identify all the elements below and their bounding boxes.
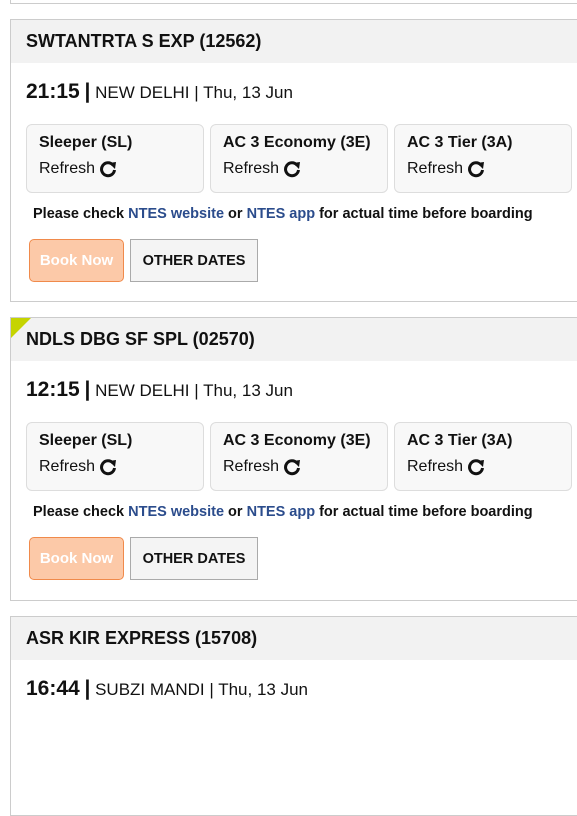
refresh-icon <box>468 161 485 178</box>
refresh-icon <box>100 161 117 178</box>
class-option[interactable]: AC 3 Tier (3A) Refresh <box>394 422 572 491</box>
other-dates-button[interactable]: OTHER DATES <box>130 239 258 282</box>
separator: | <box>84 80 91 103</box>
class-option[interactable]: AC 3 Tier (3A) Refresh <box>394 124 572 193</box>
departure-info: 21:15 | NEW DELHI | Thu, 13 Jun <box>26 80 293 104</box>
class-name: AC 3 Economy (3E) <box>223 134 371 151</box>
ntes-website-link[interactable]: NTES website <box>128 206 224 222</box>
note-text: for actual time before boarding <box>315 504 533 520</box>
separator: | <box>84 378 91 401</box>
date: Thu, 13 Jun <box>218 680 308 699</box>
train-header: ASR KIR EXPRESS (15708) <box>11 617 577 660</box>
class-option[interactable]: Sleeper (SL) Refresh <box>26 124 204 193</box>
class-name: AC 3 Economy (3E) <box>223 432 371 449</box>
refresh-icon <box>100 459 117 476</box>
train-card: SWTANTRTA S EXP (12562) 21:15 | NEW DELH… <box>10 19 577 302</box>
refresh-button[interactable]: Refresh <box>223 160 375 178</box>
ntes-note: Please check NTES website or NTES app fo… <box>33 504 533 520</box>
note-text: or <box>224 206 247 222</box>
departure-info: 16:44 | SUBZI MANDI | Thu, 13 Jun <box>26 677 308 701</box>
train-name: ASR KIR EXPRESS (15708) <box>26 628 258 648</box>
station: NEW DELHI <box>95 381 190 400</box>
station: SUBZI MANDI <box>95 680 205 699</box>
train-name: SWTANTRTA S EXP (12562) <box>26 31 262 51</box>
ntes-app-link[interactable]: NTES app <box>247 504 315 520</box>
other-dates-button[interactable]: OTHER DATES <box>130 537 258 580</box>
refresh-label: Refresh <box>407 160 464 177</box>
refresh-icon <box>468 459 485 476</box>
station: NEW DELHI <box>95 83 190 102</box>
book-now-button[interactable]: Book Now <box>29 537 124 580</box>
class-name: Sleeper (SL) <box>39 134 133 151</box>
train-card: ASR KIR EXPRESS (15708) 16:44 | SUBZI MA… <box>10 616 577 816</box>
note-text: or <box>224 504 247 520</box>
ntes-website-link[interactable]: NTES website <box>128 504 224 520</box>
refresh-label: Refresh <box>223 458 280 475</box>
date: Thu, 13 Jun <box>203 83 293 102</box>
refresh-icon <box>284 161 301 178</box>
train-card: NDLS DBG SF SPL (02570) 12:15 | NEW DELH… <box>10 317 577 601</box>
note-text: for actual time before boarding <box>315 206 533 222</box>
special-train-marker <box>11 318 31 338</box>
separator: | <box>84 677 91 700</box>
separator: | <box>209 680 214 699</box>
class-option[interactable]: AC 3 Economy (3E) Refresh <box>210 124 388 193</box>
book-now-button[interactable]: Book Now <box>29 239 124 282</box>
departure-time: 16:44 <box>26 677 80 700</box>
class-name: Sleeper (SL) <box>39 432 133 449</box>
ntes-app-link[interactable]: NTES app <box>247 206 315 222</box>
note-text: Please check <box>33 504 129 520</box>
note-text: Please check <box>33 206 129 222</box>
train-header: SWTANTRTA S EXP (12562) <box>11 20 577 63</box>
departure-info: 12:15 | NEW DELHI | Thu, 13 Jun <box>26 378 293 402</box>
train-name: NDLS DBG SF SPL (02570) <box>26 329 255 349</box>
refresh-label: Refresh <box>223 160 280 177</box>
refresh-button[interactable]: Refresh <box>407 458 559 476</box>
refresh-label: Refresh <box>39 160 96 177</box>
class-name: AC 3 Tier (3A) <box>407 134 513 151</box>
ntes-note: Please check NTES website or NTES app fo… <box>33 206 533 222</box>
departure-time: 12:15 <box>26 378 80 401</box>
refresh-label: Refresh <box>39 458 96 475</box>
class-option[interactable]: Sleeper (SL) Refresh <box>26 422 204 491</box>
previous-card <box>10 0 577 4</box>
refresh-icon <box>284 459 301 476</box>
refresh-button[interactable]: Refresh <box>407 160 559 178</box>
class-option[interactable]: AC 3 Economy (3E) Refresh <box>210 422 388 491</box>
refresh-button[interactable]: Refresh <box>39 458 191 476</box>
refresh-button[interactable]: Refresh <box>39 160 191 178</box>
departure-time: 21:15 <box>26 80 80 103</box>
train-header: NDLS DBG SF SPL (02570) <box>11 318 577 361</box>
separator: | <box>194 83 199 102</box>
date: Thu, 13 Jun <box>203 381 293 400</box>
refresh-label: Refresh <box>407 458 464 475</box>
refresh-button[interactable]: Refresh <box>223 458 375 476</box>
separator: | <box>194 381 199 400</box>
class-name: AC 3 Tier (3A) <box>407 432 513 449</box>
